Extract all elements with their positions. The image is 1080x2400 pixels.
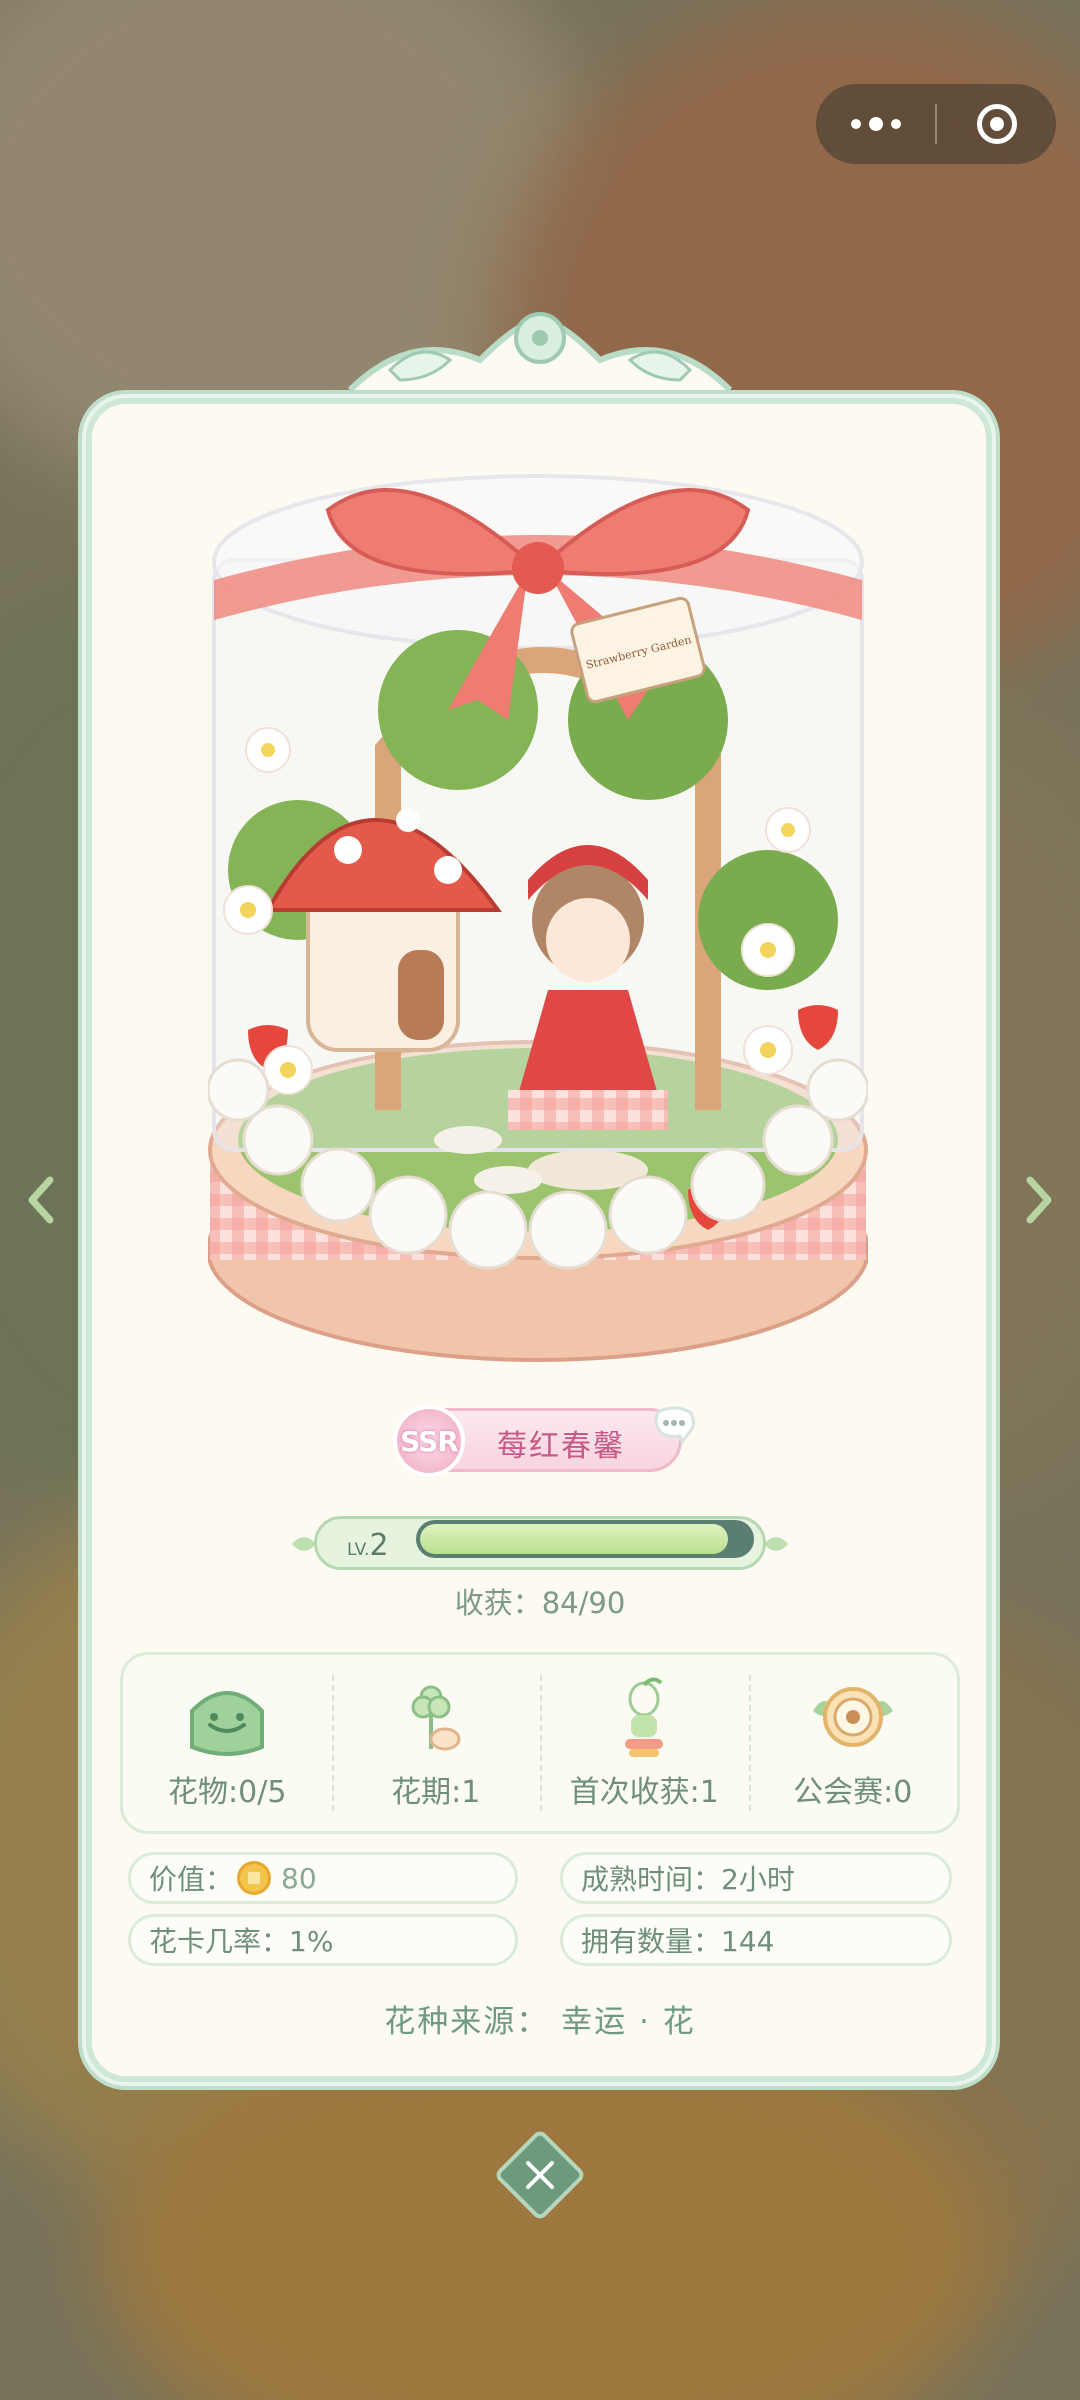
card-crest-ornament (347, 312, 733, 393)
stat-first-harvest[interactable]: 首次收获:1 (540, 1655, 749, 1831)
flower-name-badge: SSR 莓红春馨 (393, 1405, 682, 1477)
coin-icon (237, 1861, 272, 1895)
exit-miniprogram-button[interactable] (937, 84, 1056, 164)
sprout-character-icon (625, 1677, 664, 1757)
value-label: 价值： (149, 1863, 234, 1896)
card-rate-pill: 花卡几率：1% (128, 1914, 518, 1966)
stat-bloom-period-label: 花期:1 (391, 1775, 481, 1810)
maturity-time: 成熟时间：2小时 (581, 1863, 795, 1896)
level-label: LV.2 (347, 1528, 389, 1563)
more-menu-button[interactable] (816, 84, 935, 164)
stat-first-harvest-label: 首次收获:1 (569, 1775, 719, 1810)
stats-panel: 花物:0/5 花期:1 首次收获:1 公会赛:0 (120, 1652, 960, 1834)
card-rate: 花卡几率：1% (149, 1925, 334, 1958)
guild-emblem-icon (812, 1687, 893, 1747)
stat-flower-items[interactable]: 花物:0/5 (123, 1655, 332, 1831)
level-number: 2 (369, 1528, 389, 1563)
leaf-right-icon (764, 1537, 788, 1551)
chevron-left-icon (28, 1176, 54, 1224)
level-prefix: LV. (347, 1540, 370, 1560)
stat-bloom-period[interactable]: 花期:1 (331, 1655, 541, 1831)
owned-count: 拥有数量：144 (581, 1925, 775, 1958)
maturity-pill: 成熟时间：2小时 (560, 1852, 952, 1904)
stat-flower-items-label: 花物:0/5 (168, 1775, 287, 1810)
chevron-right-icon (1026, 1176, 1052, 1224)
flower-illustration: Strawberry Garden (208, 474, 868, 1362)
flower-pot-icon (190, 1691, 265, 1756)
stat-guild-match[interactable]: 公会赛:0 (748, 1655, 958, 1831)
stat-guild-match-label: 公会赛:0 (793, 1775, 913, 1810)
value-pill: 价值： 80 (128, 1852, 518, 1904)
prev-flower-button[interactable] (16, 1170, 66, 1230)
flower-name: 莓红春馨 (497, 1429, 625, 1464)
harvest-progress-bar (416, 1520, 754, 1558)
rarity-badge: SSR (393, 1405, 465, 1477)
speech-bubble-more-icon[interactable] (652, 1406, 696, 1446)
more-dots-icon (850, 117, 901, 131)
flower-bud-icon (411, 1685, 461, 1751)
close-icon (526, 2161, 554, 2189)
owned-count-pill: 拥有数量：144 (560, 1914, 952, 1966)
harvest-progress-fill (420, 1524, 728, 1554)
miniprogram-capsule (816, 84, 1056, 164)
value-amount: 80 (281, 1861, 317, 1895)
harvest-count: 收获：84/90 (454, 1586, 626, 1620)
target-circle-icon (976, 104, 1017, 144)
seed-source: 花种来源： 幸运 · 花 (384, 2004, 696, 2040)
next-flower-button[interactable] (1014, 1170, 1064, 1230)
